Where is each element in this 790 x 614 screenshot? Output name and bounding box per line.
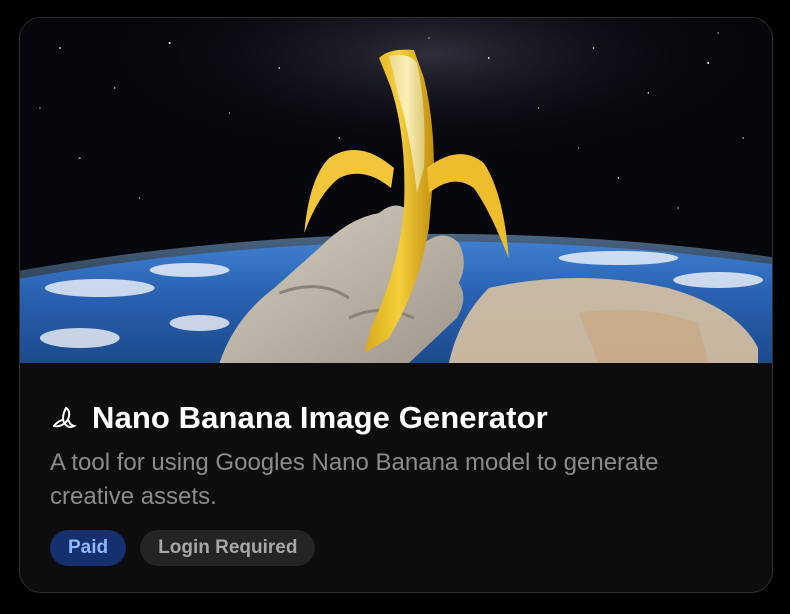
banana-icon [50,404,78,432]
title-row: Nano Banana Image Generator [50,398,742,438]
login-required-badge: Login Required [140,530,316,566]
card-title: Nano Banana Image Generator [92,400,548,435]
card-body: Nano Banana Image Generator A tool for u… [50,398,742,566]
tool-card[interactable]: Nano Banana Image Generator A tool for u… [19,17,773,593]
hero-image [20,18,772,363]
paid-badge: Paid [50,530,127,566]
card-description: A tool for using Googles Nano Banana mod… [50,449,659,510]
tag-list: Paid Login Required [50,530,742,566]
